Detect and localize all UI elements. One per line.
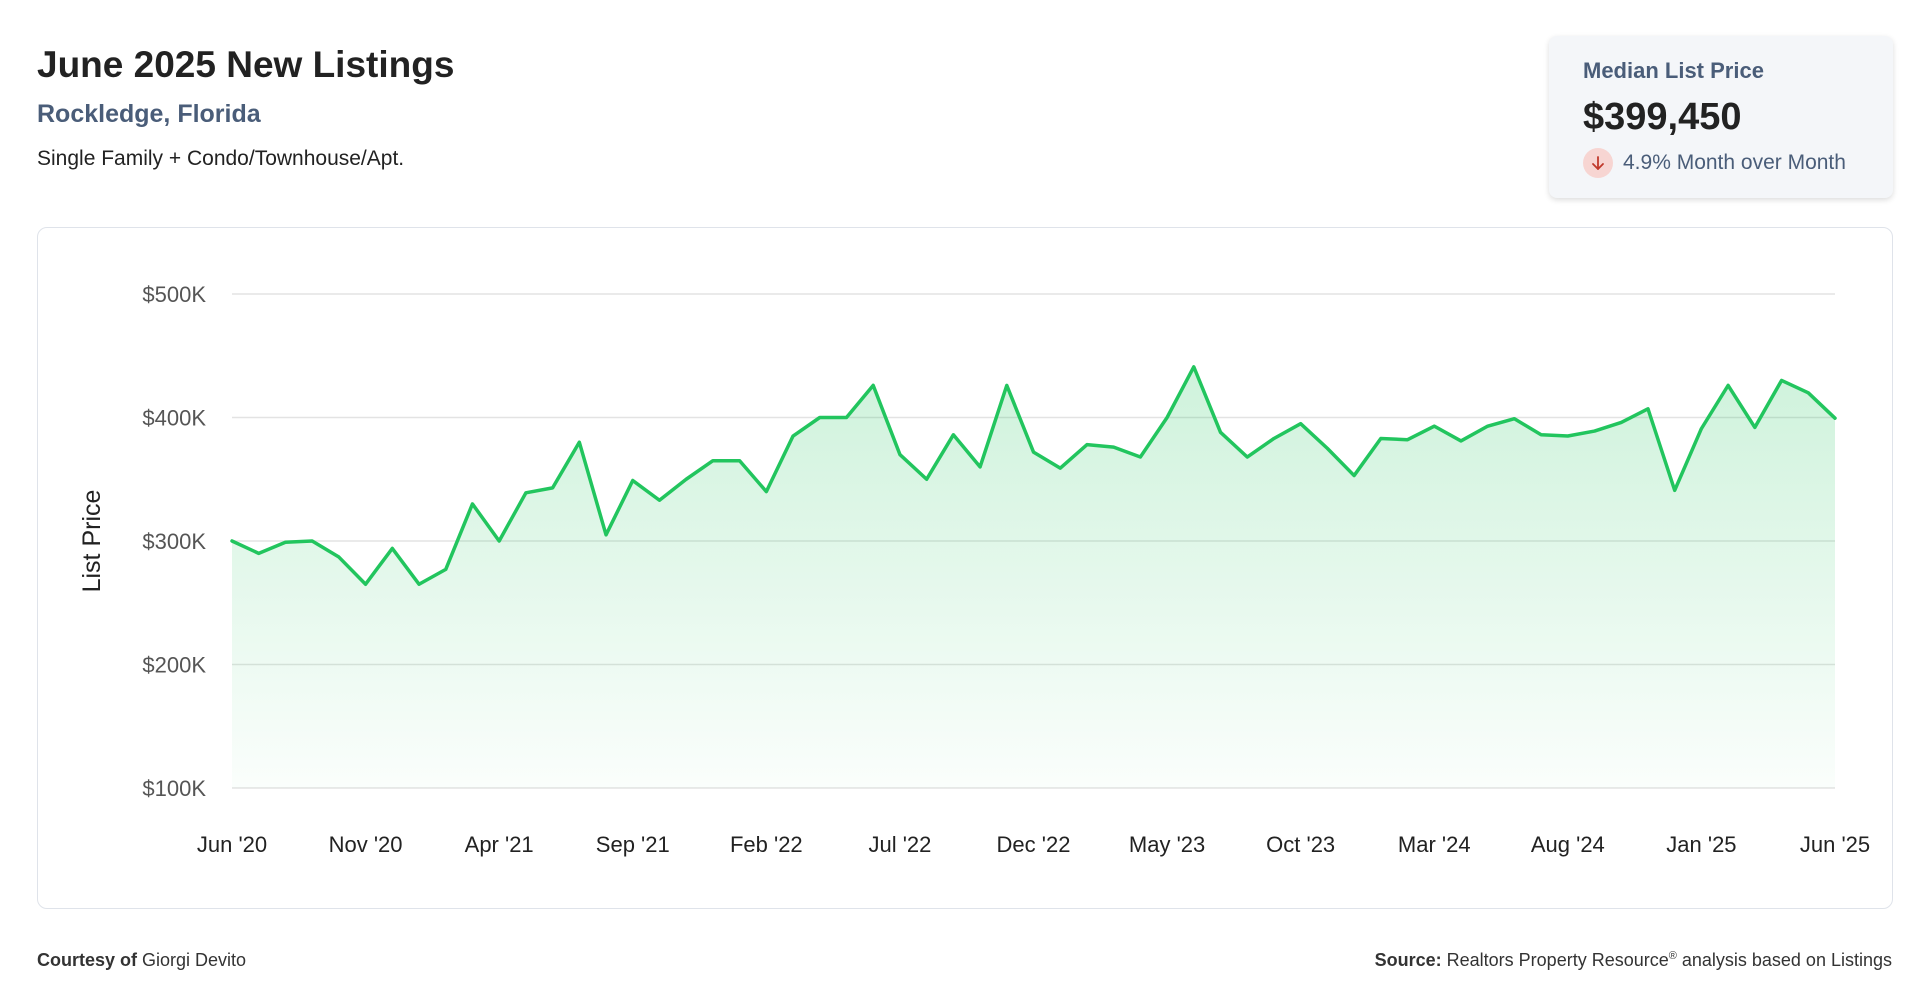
data-point[interactable]	[253, 547, 265, 559]
data-point[interactable]	[947, 429, 959, 441]
data-point[interactable]	[921, 473, 933, 485]
data-point[interactable]	[1562, 430, 1574, 442]
data-point[interactable]	[600, 529, 612, 541]
data-point[interactable]	[1054, 462, 1066, 474]
data-point[interactable]	[466, 498, 478, 510]
data-point[interactable]	[226, 535, 238, 547]
data-point[interactable]	[386, 542, 398, 554]
x-tick-label: Jun '25	[1800, 832, 1870, 857]
data-point[interactable]	[1241, 451, 1253, 463]
data-point[interactable]	[840, 412, 852, 424]
source-suffix: analysis based on Listings	[1681, 950, 1892, 970]
data-point[interactable]	[1134, 451, 1146, 463]
registered-mark: ®	[1668, 950, 1677, 962]
data-point[interactable]	[1402, 434, 1414, 446]
source-footer: Source: Realtors Property Resource® anal…	[1375, 950, 1892, 971]
y-tick-label: $500K	[142, 282, 206, 307]
y-tick-label: $400K	[142, 406, 206, 431]
arrow-down-icon	[1583, 148, 1613, 178]
data-point[interactable]	[1482, 420, 1494, 432]
page-title: June 2025 New Listings	[37, 44, 455, 85]
stat-value: $399,450	[1583, 96, 1742, 138]
data-point[interactable]	[734, 455, 746, 467]
property-types-label: Single Family + Condo/Townhouse/Apt.	[37, 147, 405, 170]
data-point[interactable]	[1161, 412, 1173, 424]
data-point[interactable]	[1321, 442, 1333, 454]
data-point[interactable]	[1535, 429, 1547, 441]
courtesy-label: Courtesy of	[37, 950, 138, 970]
stat-label: Median List Price	[1583, 58, 1764, 83]
data-point[interactable]	[760, 486, 772, 498]
data-point[interactable]	[1695, 423, 1707, 435]
data-point[interactable]	[680, 473, 692, 485]
data-point[interactable]	[787, 430, 799, 442]
data-point[interactable]	[1375, 432, 1387, 444]
data-point[interactable]	[1615, 416, 1627, 428]
data-point[interactable]	[1081, 439, 1093, 451]
y-tick-label: $100K	[142, 776, 206, 801]
data-point[interactable]	[1188, 361, 1200, 373]
median-list-price-card: Median List Price $399,450 4.9% Month ov…	[1549, 36, 1893, 198]
data-point[interactable]	[573, 436, 585, 448]
x-tick-label: Jul '22	[868, 832, 931, 857]
data-point[interactable]	[1669, 484, 1681, 496]
data-point[interactable]	[894, 449, 906, 461]
data-point[interactable]	[974, 461, 986, 473]
stat-change: 4.9% Month over Month	[1583, 148, 1846, 178]
source-text: Realtors Property Resource	[1446, 950, 1669, 970]
x-tick-label: Sep '21	[596, 832, 670, 857]
data-point[interactable]	[627, 474, 639, 486]
data-point[interactable]	[413, 578, 425, 590]
source-label: Source:	[1374, 950, 1442, 970]
data-point[interactable]	[1749, 421, 1761, 433]
stat-change-text: 4.9% Month over Month	[1623, 151, 1846, 174]
data-point[interactable]	[1215, 426, 1227, 438]
data-point[interactable]	[1268, 432, 1280, 444]
data-point[interactable]	[333, 551, 345, 563]
location-subtitle: Rockledge, Florida	[37, 100, 261, 128]
data-point[interactable]	[440, 563, 452, 575]
x-tick-label: Aug '24	[1531, 832, 1605, 857]
x-tick-label: Jun '20	[197, 832, 267, 857]
courtesy-footer: Courtesy of Giorgi Devito	[37, 950, 246, 971]
data-point[interactable]	[1001, 379, 1013, 391]
x-tick-label: Jan '25	[1666, 832, 1736, 857]
data-point[interactable]	[1642, 403, 1654, 415]
data-point[interactable]	[1722, 379, 1734, 391]
y-axis-label: List Price	[78, 490, 106, 593]
y-tick-label: $200K	[142, 653, 206, 678]
data-point[interactable]	[1508, 413, 1520, 425]
data-point[interactable]	[867, 379, 879, 391]
data-point[interactable]	[493, 535, 505, 547]
y-tick-label: $300K	[142, 529, 206, 554]
chart-container: $100K $200K $300K $400K $500K Jun '20 Nov '20 A…	[37, 227, 1893, 909]
data-point[interactable]	[1802, 387, 1814, 399]
data-point[interactable]	[1776, 374, 1788, 386]
data-point[interactable]	[1455, 435, 1467, 447]
data-point[interactable]	[1589, 425, 1601, 437]
data-point[interactable]	[1428, 420, 1440, 432]
x-tick-label: Apr '21	[465, 832, 534, 857]
data-point[interactable]	[279, 536, 291, 548]
data-point[interactable]	[360, 578, 372, 590]
data-point[interactable]	[1348, 470, 1360, 482]
x-tick-label: Nov '20	[329, 832, 403, 857]
data-point[interactable]	[814, 412, 826, 424]
courtesy-name: Giorgi Devito	[142, 950, 247, 970]
x-tick-label: May '23	[1129, 832, 1205, 857]
x-tick-label: Mar '24	[1398, 832, 1471, 857]
data-point[interactable]	[547, 482, 559, 494]
data-point[interactable]	[1108, 441, 1120, 453]
x-tick-label: Oct '23	[1266, 832, 1335, 857]
data-point[interactable]	[1829, 412, 1841, 424]
data-point[interactable]	[653, 494, 665, 506]
x-tick-label: Dec '22	[997, 832, 1071, 857]
data-point[interactable]	[1028, 446, 1040, 458]
data-point[interactable]	[520, 487, 532, 499]
data-point[interactable]	[707, 455, 719, 467]
x-tick-label: Feb '22	[730, 832, 803, 857]
list-price-chart: $100K $200K $300K $400K $500K Jun '20 Nov '20 A…	[78, 282, 1870, 857]
data-point[interactable]	[1295, 418, 1307, 430]
data-point[interactable]	[306, 535, 318, 547]
